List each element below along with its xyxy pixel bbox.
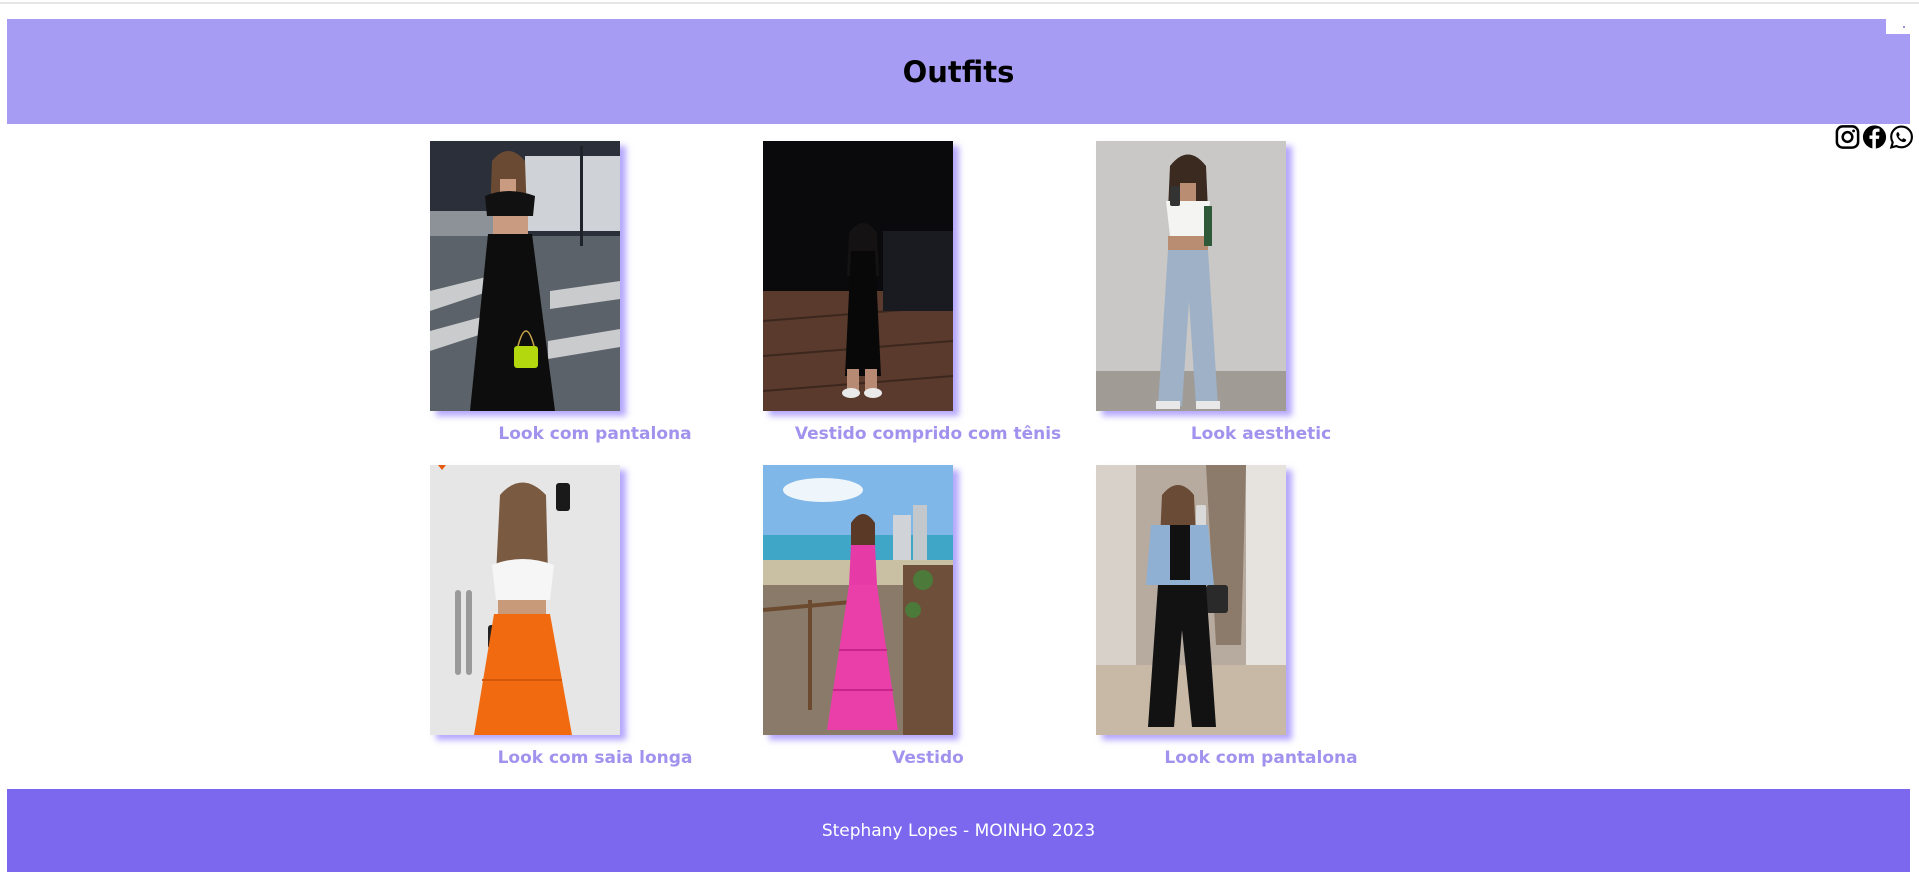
page-footer: Stephany Lopes - MOINHO 2023 bbox=[7, 789, 1910, 872]
outfit-caption[interactable]: Vestido bbox=[763, 748, 1093, 768]
outfit-gallery: Look com pantalona Vestido comprido com … bbox=[0, 0, 1919, 876]
outfit-photo-look-com-pantalona[interactable] bbox=[430, 141, 620, 411]
outfit-photo-look-aesthetic[interactable] bbox=[1096, 141, 1286, 411]
outfit-card[interactable]: Vestido comprido com tênis bbox=[763, 141, 1093, 451]
outfit-photo-look-com-pantalona-2[interactable] bbox=[1096, 465, 1286, 735]
outfit-caption[interactable]: Look com saia longa bbox=[430, 748, 760, 768]
outfit-photo-vestido[interactable] bbox=[763, 465, 953, 735]
outfit-card[interactable]: Look aesthetic bbox=[1096, 141, 1426, 451]
outfit-card[interactable]: Vestido bbox=[763, 465, 1093, 775]
outfit-card[interactable]: Look com saia longa bbox=[430, 465, 760, 775]
outfit-photo-look-com-saia-longa[interactable] bbox=[430, 465, 620, 735]
outfit-caption[interactable]: Look aesthetic bbox=[1096, 424, 1426, 444]
outfit-caption[interactable]: Look com pantalona bbox=[430, 424, 760, 444]
outfit-card[interactable]: Look com pantalona bbox=[1096, 465, 1426, 775]
outfit-caption[interactable]: Look com pantalona bbox=[1096, 748, 1426, 768]
outfit-caption[interactable]: Vestido comprido com tênis bbox=[763, 424, 1093, 444]
outfit-photo-vestido-comprido-com-tenis[interactable] bbox=[763, 141, 953, 411]
footer-credit: Stephany Lopes - MOINHO 2023 bbox=[821, 820, 1096, 841]
outfit-card[interactable]: Look com pantalona bbox=[430, 141, 760, 451]
